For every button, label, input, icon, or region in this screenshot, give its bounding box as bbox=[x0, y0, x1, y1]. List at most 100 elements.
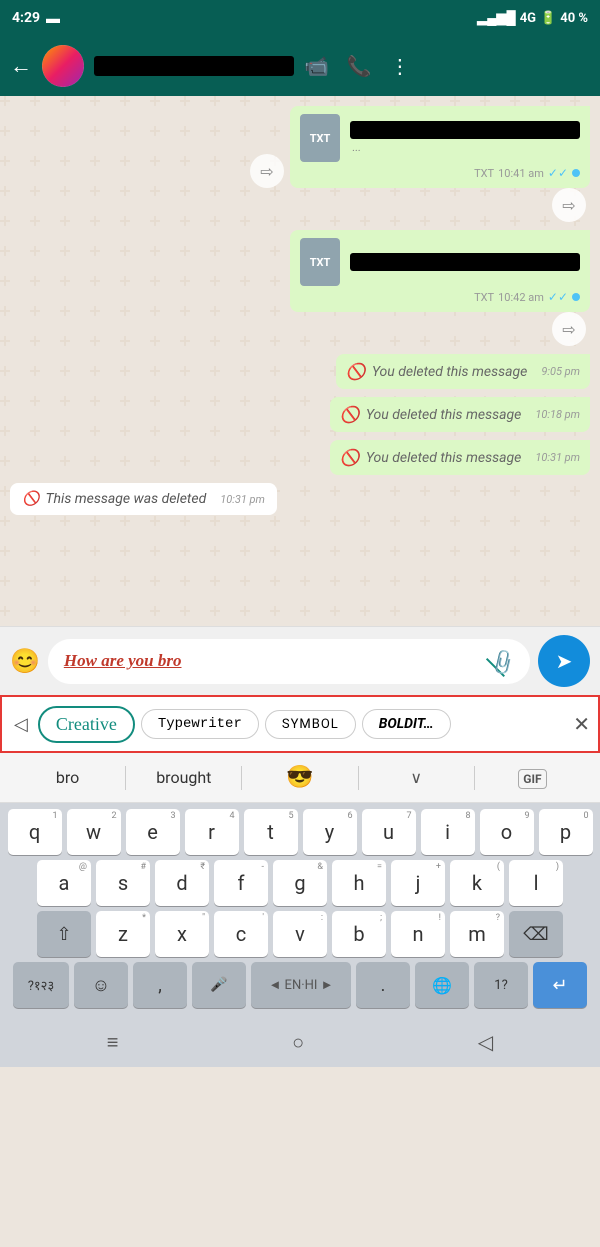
key-k[interactable]: (k bbox=[450, 860, 504, 906]
key-a[interactable]: @a bbox=[37, 860, 91, 906]
globe-key[interactable]: 🌐 bbox=[415, 962, 469, 1008]
space-key[interactable]: ◄ EN·HI ► bbox=[251, 962, 351, 1008]
battery-level: 40 % bbox=[560, 11, 588, 26]
font-bar-close-button[interactable]: ✕ bbox=[573, 712, 590, 736]
battery-icon: 🔋 bbox=[540, 11, 556, 26]
key-b[interactable]: ;b bbox=[332, 911, 386, 957]
deleted-bubble-3: 🚫 You deleted this message 10:31 pm bbox=[330, 440, 590, 475]
period-key[interactable]: . bbox=[356, 962, 410, 1008]
key-s[interactable]: #s bbox=[96, 860, 150, 906]
emoji-key[interactable]: ☺ bbox=[74, 962, 128, 1008]
suggestion-gif[interactable]: GIF bbox=[475, 760, 590, 795]
deleted-icon-3: 🚫 bbox=[340, 448, 360, 467]
nav-back-icon[interactable]: ◁ bbox=[478, 1030, 493, 1054]
forward-row-2: ⇨ bbox=[10, 312, 590, 346]
key-j[interactable]: +j bbox=[391, 860, 445, 906]
key-z[interactable]: *z bbox=[96, 911, 150, 957]
key-y[interactable]: 6y bbox=[303, 809, 357, 855]
file-content-2: TXT bbox=[300, 238, 580, 286]
font-chip-creative[interactable]: Creative bbox=[38, 706, 135, 743]
key-u[interactable]: 7u bbox=[362, 809, 416, 855]
status-left: 4:29 ▬ bbox=[12, 10, 60, 27]
key-d[interactable]: ₹d bbox=[155, 860, 209, 906]
message-input-field[interactable]: How are you bro 📎 bbox=[48, 639, 530, 684]
font-bar-scroll-left[interactable]: ◁ bbox=[10, 714, 32, 735]
space-label: ◄ EN·HI ► bbox=[268, 977, 333, 993]
nav-home-icon[interactable]: ○ bbox=[292, 1030, 304, 1055]
backspace-key[interactable]: ⌫ bbox=[509, 911, 563, 957]
key-r[interactable]: 4r bbox=[185, 809, 239, 855]
deleted-time-2: 10:18 pm bbox=[535, 408, 580, 421]
deleted-received-bubble: 🚫 This message was deleted 10:31 pm bbox=[10, 483, 277, 515]
ellipsis: ... bbox=[352, 141, 361, 154]
file-type-icon-2: TXT bbox=[300, 238, 340, 286]
font-chip-creative-label: Creative bbox=[56, 714, 117, 734]
key-x[interactable]: "x bbox=[155, 911, 209, 957]
deleted-bubble-1: 🚫 You deleted this message 9:05 pm bbox=[336, 354, 590, 389]
key-e[interactable]: 3e bbox=[126, 809, 180, 855]
key-q[interactable]: 1q bbox=[8, 809, 62, 855]
key-f[interactable]: -f bbox=[214, 860, 268, 906]
comma-label: , bbox=[158, 975, 162, 996]
forward-icon[interactable]: ⇨ bbox=[250, 154, 284, 188]
key-h[interactable]: =h bbox=[332, 860, 386, 906]
time-stamp-1: 10:41 am bbox=[498, 167, 544, 180]
key-row-2: @a #s ₹d -f &g =h +j (k )l bbox=[4, 860, 596, 906]
contact-name-redacted bbox=[94, 56, 294, 76]
nav-menu-icon[interactable]: ≡ bbox=[107, 1030, 119, 1055]
suggestion-word-1: bro bbox=[56, 768, 79, 787]
time-display: 4:29 bbox=[12, 10, 40, 26]
key-n[interactable]: !n bbox=[391, 911, 445, 957]
deleted-text-2: You deleted this message bbox=[366, 407, 521, 423]
font-chip-symbol[interactable]: SYMBOL bbox=[265, 710, 356, 739]
file-ext-label: TXT bbox=[310, 132, 331, 145]
suggestion-expand[interactable]: ∨ bbox=[359, 760, 474, 795]
suggestion-bro[interactable]: bro bbox=[10, 760, 125, 795]
file-label-2: TXT bbox=[474, 291, 494, 304]
emoji-button[interactable]: 😊 bbox=[10, 647, 40, 675]
key-c[interactable]: 'c bbox=[214, 911, 268, 957]
voice-call-icon[interactable]: 📞 bbox=[347, 54, 372, 78]
enter-icon: ↵ bbox=[552, 975, 567, 996]
forward-btn-1[interactable]: ⇨ bbox=[552, 188, 586, 222]
suggestion-brought[interactable]: brought bbox=[126, 760, 241, 795]
deleted-received-icon: 🚫 bbox=[22, 491, 39, 507]
key-p[interactable]: 0p bbox=[539, 809, 593, 855]
key-v[interactable]: :v bbox=[273, 911, 327, 957]
message-time-2: TXT 10:42 am ✓✓ bbox=[300, 290, 580, 304]
back-button[interactable]: ← bbox=[10, 53, 32, 79]
mic-key[interactable]: 🎤 bbox=[192, 962, 246, 1008]
deleted-message-row-1: 🚫 You deleted this message 9:05 pm bbox=[10, 354, 590, 389]
file-content: ⇨ TXT ... bbox=[300, 114, 580, 162]
deleted-content-2: 🚫 You deleted this message 10:18 pm bbox=[340, 405, 580, 424]
deleted-received-time: 10:31 pm bbox=[220, 493, 265, 506]
status-right: ▂▄▆█ 4G 🔋 40 % bbox=[477, 10, 588, 26]
more-options-icon[interactable]: ⋮ bbox=[390, 54, 410, 78]
alt-key[interactable]: 1? bbox=[474, 962, 528, 1008]
key-o[interactable]: 9o bbox=[480, 809, 534, 855]
shift-key[interactable]: ⇧ bbox=[37, 911, 91, 957]
font-chip-typewriter[interactable]: Typewriter bbox=[141, 709, 259, 739]
input-text[interactable]: How are you bro bbox=[64, 651, 489, 671]
file-name-redacted-2 bbox=[350, 253, 580, 271]
key-g[interactable]: &g bbox=[273, 860, 327, 906]
num-key[interactable]: ?१२३ bbox=[13, 962, 69, 1008]
key-i[interactable]: 8i bbox=[421, 809, 475, 855]
file-message-2: TXT TXT 10:42 am ✓✓ bbox=[290, 230, 590, 312]
key-w[interactable]: 2w bbox=[67, 809, 121, 855]
attach-icon[interactable]: 📎 bbox=[484, 643, 519, 678]
send-button[interactable]: ➤ bbox=[538, 635, 590, 687]
video-call-icon[interactable]: 📹 bbox=[304, 54, 329, 78]
period-label: . bbox=[381, 975, 386, 996]
enter-key[interactable]: ↵ bbox=[533, 962, 587, 1008]
key-m[interactable]: ?m bbox=[450, 911, 504, 957]
globe-icon: 🌐 bbox=[432, 976, 452, 995]
forward-btn-2[interactable]: ⇨ bbox=[552, 312, 586, 346]
key-l[interactable]: )l bbox=[509, 860, 563, 906]
suggestion-emoji[interactable]: 😎 bbox=[242, 757, 357, 798]
suggestion-word-2: brought bbox=[156, 768, 211, 787]
avatar[interactable] bbox=[42, 45, 84, 87]
font-chip-bolditalic[interactable]: BOLDIT… bbox=[362, 709, 451, 739]
key-t[interactable]: 5t bbox=[244, 809, 298, 855]
comma-key[interactable]: , bbox=[133, 962, 187, 1008]
